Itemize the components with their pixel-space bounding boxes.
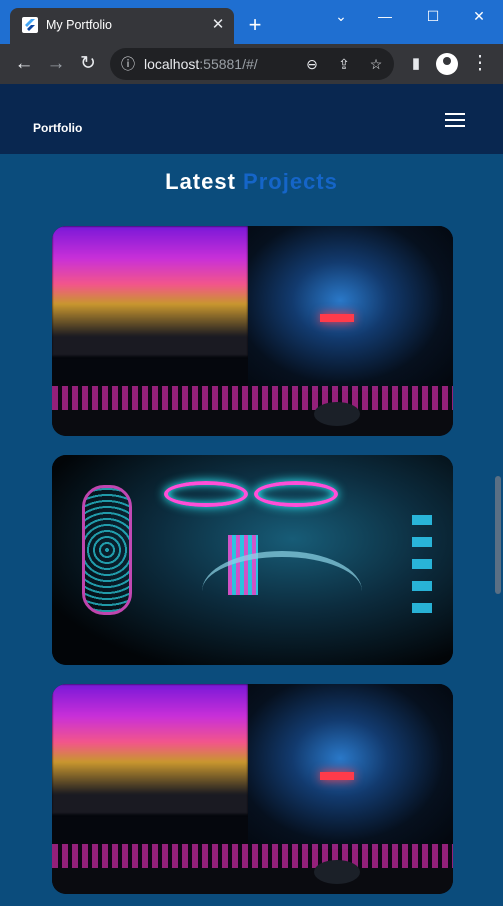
- tab-close-icon[interactable]: ✕: [208, 15, 228, 35]
- share-icon[interactable]: ⇪: [334, 54, 354, 74]
- front-fan-mesh: [82, 485, 132, 615]
- tab-search-chevron-icon[interactable]: ⌄: [318, 4, 364, 28]
- browser-titlebar: My Portfolio ✕ + ⌄ — ☐ ✕: [0, 0, 503, 44]
- new-tab-button[interactable]: +: [244, 14, 266, 36]
- gpu-light: [320, 772, 354, 780]
- browser-toolbar: ← → ↻ ⓘ localhost:55881/#/ ⊖ ⇪ ☆ ▮ ⋮: [0, 44, 503, 84]
- mouse: [314, 860, 360, 884]
- hamburger-menu-icon[interactable]: [445, 113, 465, 127]
- pc-case-interior: [248, 684, 453, 849]
- url-path: :55881/#/: [199, 56, 258, 72]
- hamburger-line: [445, 119, 465, 121]
- brand-title[interactable]: Portfolio: [33, 121, 82, 135]
- pc-case-interior: [248, 226, 453, 391]
- app-bar: Portfolio: [0, 84, 503, 154]
- monitor-glow: [52, 684, 248, 814]
- zoom-icon[interactable]: ⊖: [302, 54, 322, 74]
- address-bar[interactable]: ⓘ localhost:55881/#/ ⊖ ⇪ ☆: [110, 48, 394, 80]
- url-text[interactable]: localhost:55881/#/: [144, 56, 258, 72]
- hamburger-line: [445, 125, 465, 127]
- mouse: [314, 402, 360, 426]
- monitor-glow: [52, 226, 248, 356]
- scrollbar-thumb[interactable]: [495, 476, 501, 594]
- tab-title: My Portfolio: [46, 18, 112, 32]
- rgb-fan: [164, 481, 248, 507]
- gpu-light: [320, 314, 354, 322]
- close-window-button[interactable]: ✕: [456, 4, 502, 28]
- keyboard-rgb: [52, 844, 453, 868]
- profile-avatar-icon[interactable]: [436, 53, 458, 75]
- back-button[interactable]: ←: [12, 52, 36, 76]
- project-card-image[interactable]: [52, 684, 453, 894]
- browser-tab[interactable]: My Portfolio ✕: [10, 8, 234, 44]
- minimize-button[interactable]: —: [362, 4, 408, 28]
- rgb-fan: [254, 481, 338, 507]
- section-title-latest: Latest: [165, 169, 236, 194]
- project-card-image[interactable]: [52, 226, 453, 436]
- url-host: localhost: [144, 56, 200, 72]
- rgb-strip: [412, 515, 432, 615]
- forward-button[interactable]: →: [44, 52, 68, 76]
- bookmark-star-icon[interactable]: ☆: [366, 54, 386, 74]
- page-viewport: Portfolio Latest Projects: [0, 84, 503, 906]
- reload-button[interactable]: ↻: [76, 52, 100, 76]
- flutter-favicon-icon: [22, 17, 38, 33]
- section-title: Latest Projects: [0, 169, 503, 195]
- site-info-icon[interactable]: ⓘ: [118, 54, 138, 74]
- project-card-image[interactable]: [52, 455, 453, 665]
- section-title-projects: Projects: [243, 169, 338, 194]
- browser-menu-icon[interactable]: ⋮: [468, 52, 492, 76]
- side-panel-icon[interactable]: ▮: [404, 52, 428, 76]
- keyboard-rgb: [52, 386, 453, 410]
- cooling-tubes: [202, 551, 362, 631]
- desk-surface: [52, 868, 453, 894]
- maximize-button[interactable]: ☐: [410, 4, 456, 28]
- desk-surface: [52, 410, 453, 436]
- hamburger-line: [445, 113, 465, 115]
